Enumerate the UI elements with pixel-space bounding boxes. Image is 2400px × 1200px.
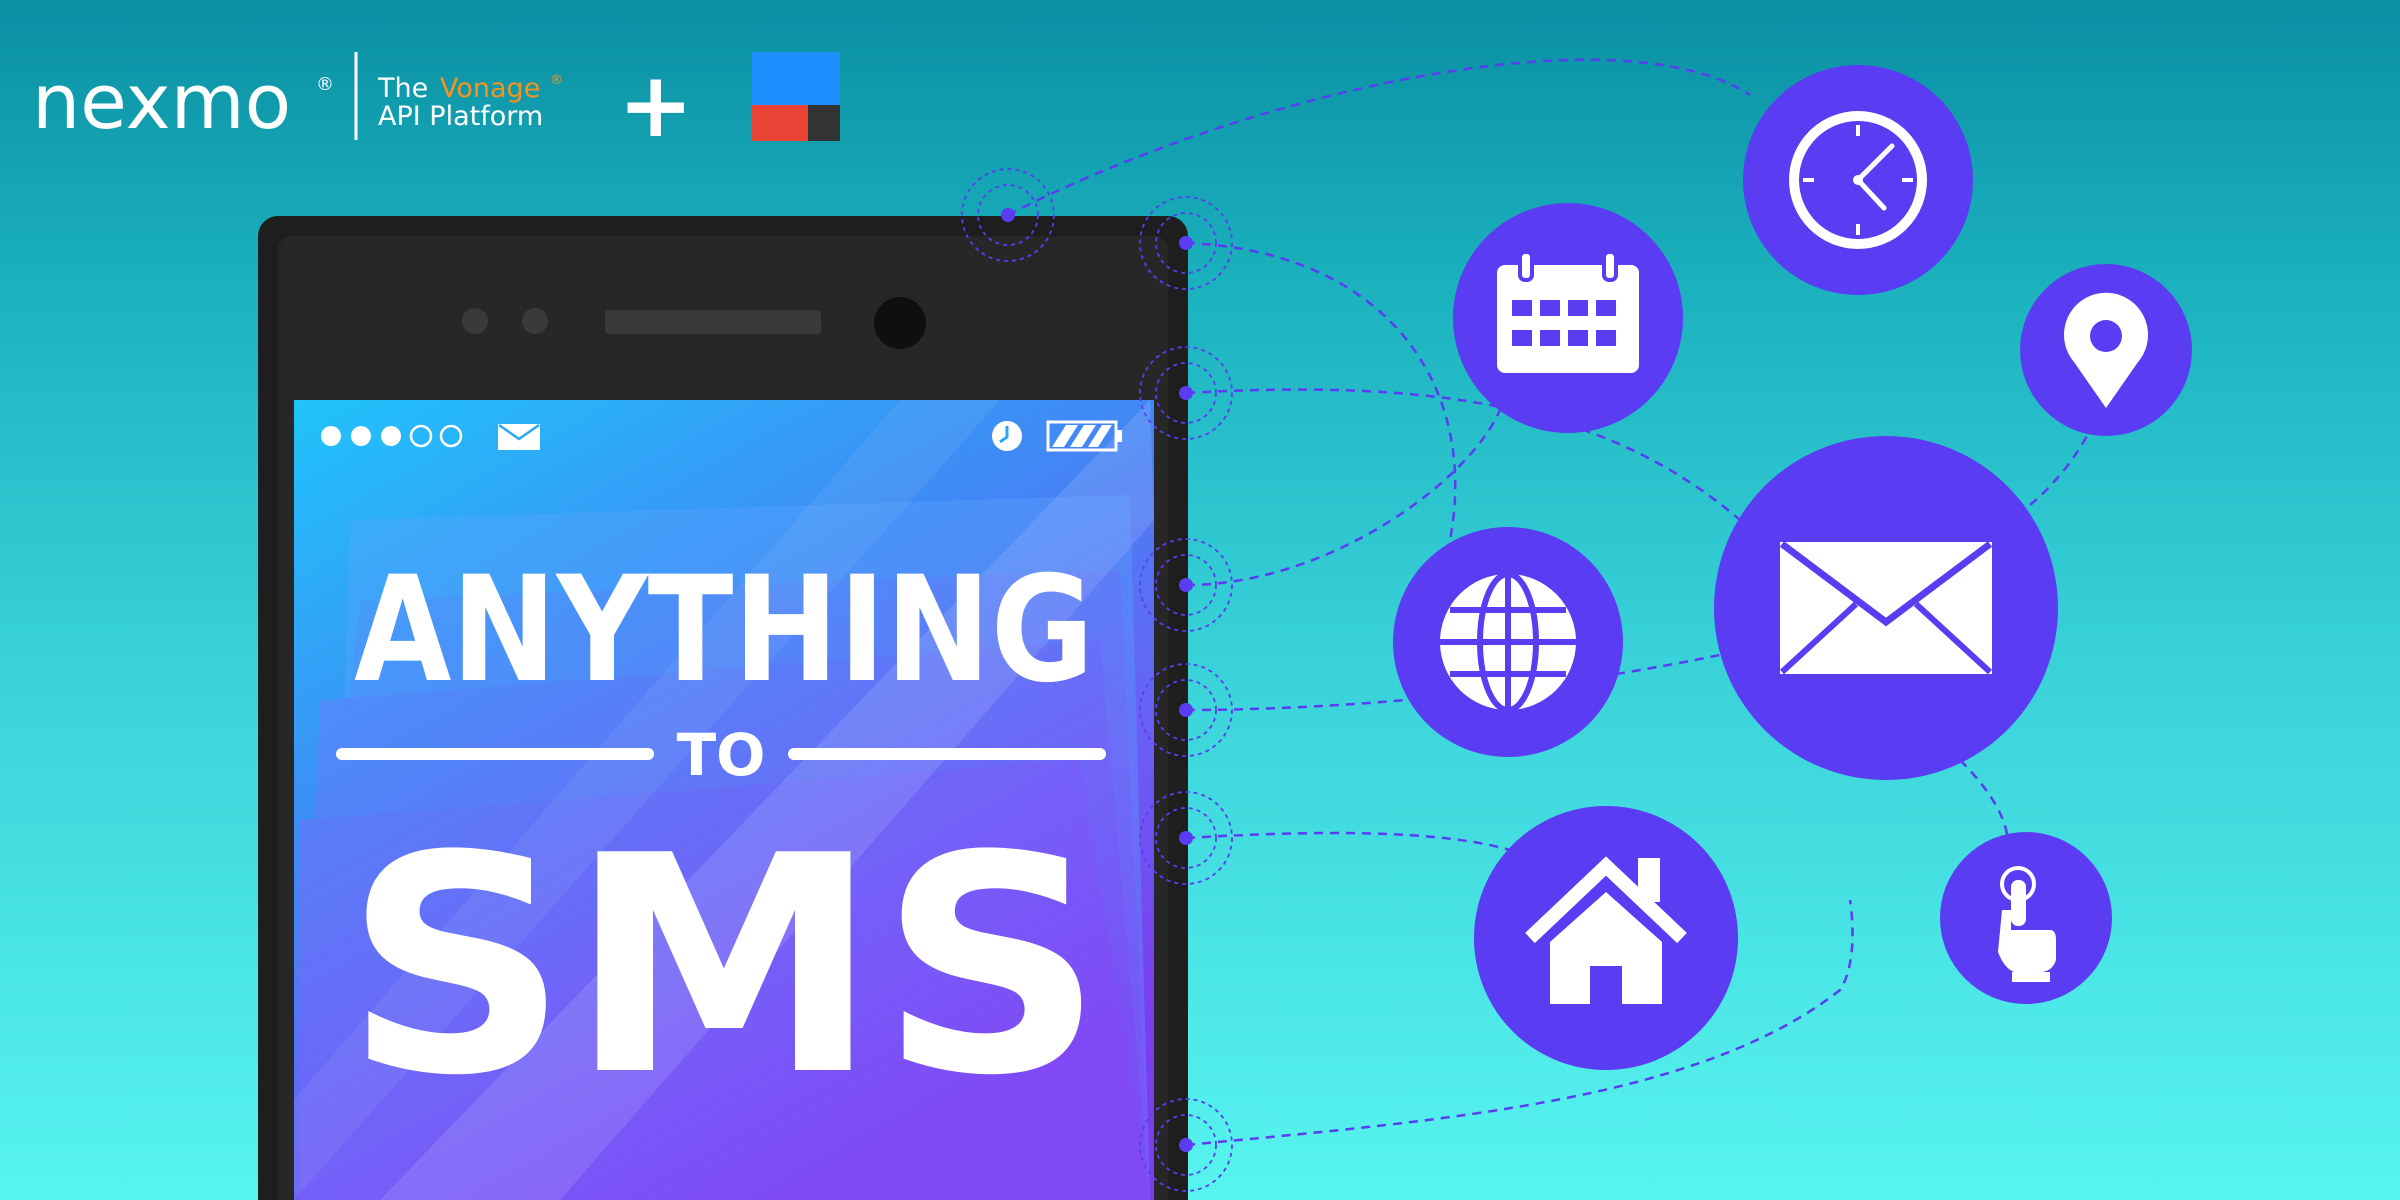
phone-sensor-right [522,308,548,334]
feature-icons [1393,65,2192,1070]
phone-sensor-left [462,308,488,334]
location-pin-icon [2020,264,2192,436]
tagline-vonage-registered: ® [550,73,563,88]
tagline-platform: API Platform [378,101,543,132]
touch-hand-icon [1940,832,2112,1004]
signal-dot-filled [351,426,371,446]
headline-to: TO [677,721,766,789]
partner-logo [752,52,840,141]
nexmo-logo: nexmo [32,57,291,146]
clock-icon [992,421,1022,451]
envelope-icon [1714,436,2058,780]
home-icon [1474,806,1738,1070]
tagline-the: The [377,73,428,104]
clock-icon [1743,65,1973,295]
globe-icon [1393,527,1623,757]
phone-speaker [605,310,821,334]
calendar-icon [1453,203,1683,433]
phone: ANYTHING TO SMS [258,216,1188,1200]
signal-dot-filled [321,426,341,446]
signal-dot-filled [381,426,401,446]
header: nexmo ® The Vonage ® API Platform + [32,52,840,158]
plus-sign: + [618,53,693,158]
headline-rule-left [336,748,654,760]
headline-anything: ANYTHING [354,545,1094,715]
phone-camera [874,297,926,349]
nexmo-registered-mark: ® [316,74,334,95]
hero-illustration: nexmo ® The Vonage ® API Platform + ANYT… [32,52,2192,1200]
mail-icon [498,423,540,450]
tagline-vonage: Vonage [440,73,540,104]
phone-screen: ANYTHING TO SMS [294,400,1154,1200]
headline-sms: SMS [344,792,1104,1141]
headline-rule-right [788,748,1106,760]
